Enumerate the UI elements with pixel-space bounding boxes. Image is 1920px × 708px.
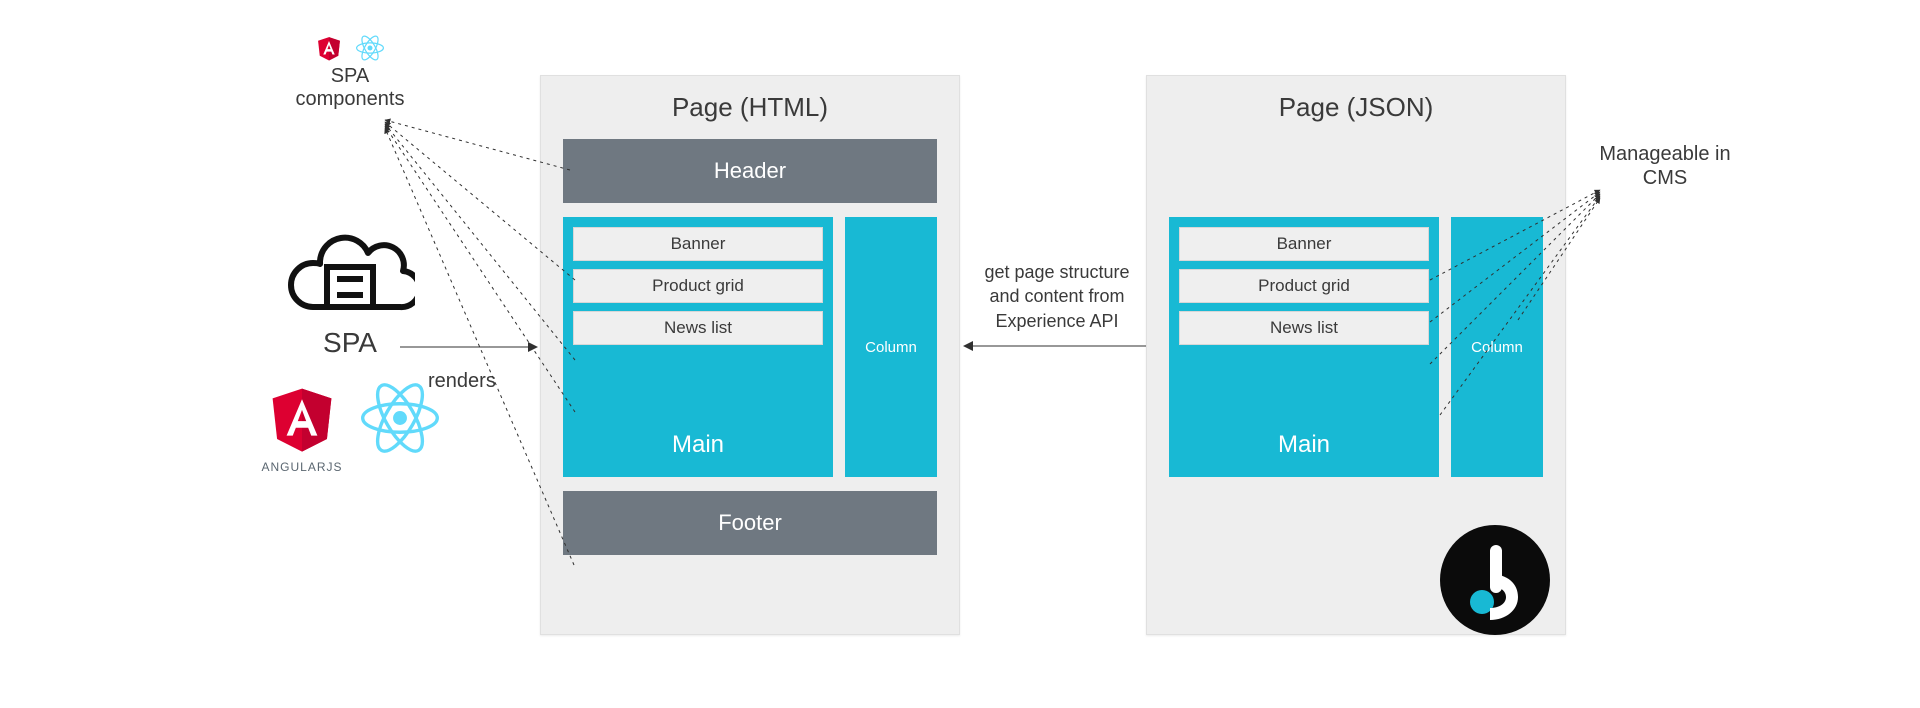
react-icon <box>356 35 384 61</box>
angular-label: ANGULARJS <box>261 460 342 474</box>
page-html-title: Page (HTML) <box>563 92 937 123</box>
main-box-html: Banner Product grid News list Main <box>563 217 833 477</box>
api-arrow <box>963 339 1147 353</box>
angular-icon <box>316 35 342 61</box>
spa-components-label: SPA components <box>200 65 500 111</box>
experience-api-label: get page structure and content from Expe… <box>972 260 1142 333</box>
cloud-server-icon <box>200 221 500 321</box>
angular-icon: ANGULARJS <box>261 383 342 474</box>
header-bar: Header <box>563 139 937 203</box>
page-json-title: Page (JSON) <box>1169 92 1543 123</box>
react-icon <box>361 383 439 474</box>
main-label-html: Main <box>573 431 823 459</box>
column-box-html: Column <box>845 217 937 477</box>
column-box-json: Column <box>1451 217 1543 477</box>
main-box-json: Banner Product grid News list Main <box>1169 217 1439 477</box>
spa-column: SPA components SPA ANGULARJS <box>200 35 500 474</box>
footer-bar: Footer <box>563 491 937 555</box>
slot-banner: Banner <box>1179 227 1429 261</box>
page-html-card: Page (HTML) Header Banner Product grid N… <box>540 75 960 635</box>
slot-news-list: News list <box>573 311 823 345</box>
main-label-json: Main <box>1179 431 1429 459</box>
spa-mini-icons <box>200 35 500 61</box>
bloomreach-logo-icon <box>1440 525 1550 635</box>
slot-product-grid: Product grid <box>1179 269 1429 303</box>
slot-banner: Banner <box>573 227 823 261</box>
slot-news-list: News list <box>1179 311 1429 345</box>
slot-product-grid: Product grid <box>573 269 823 303</box>
renders-arrow <box>400 340 540 354</box>
renders-label: renders <box>428 370 496 393</box>
spa-big-icons: ANGULARJS <box>200 383 500 474</box>
architecture-diagram: SPA components SPA ANGULARJS <box>180 20 1740 660</box>
cms-label: Manageable in CMS <box>1590 142 1740 190</box>
